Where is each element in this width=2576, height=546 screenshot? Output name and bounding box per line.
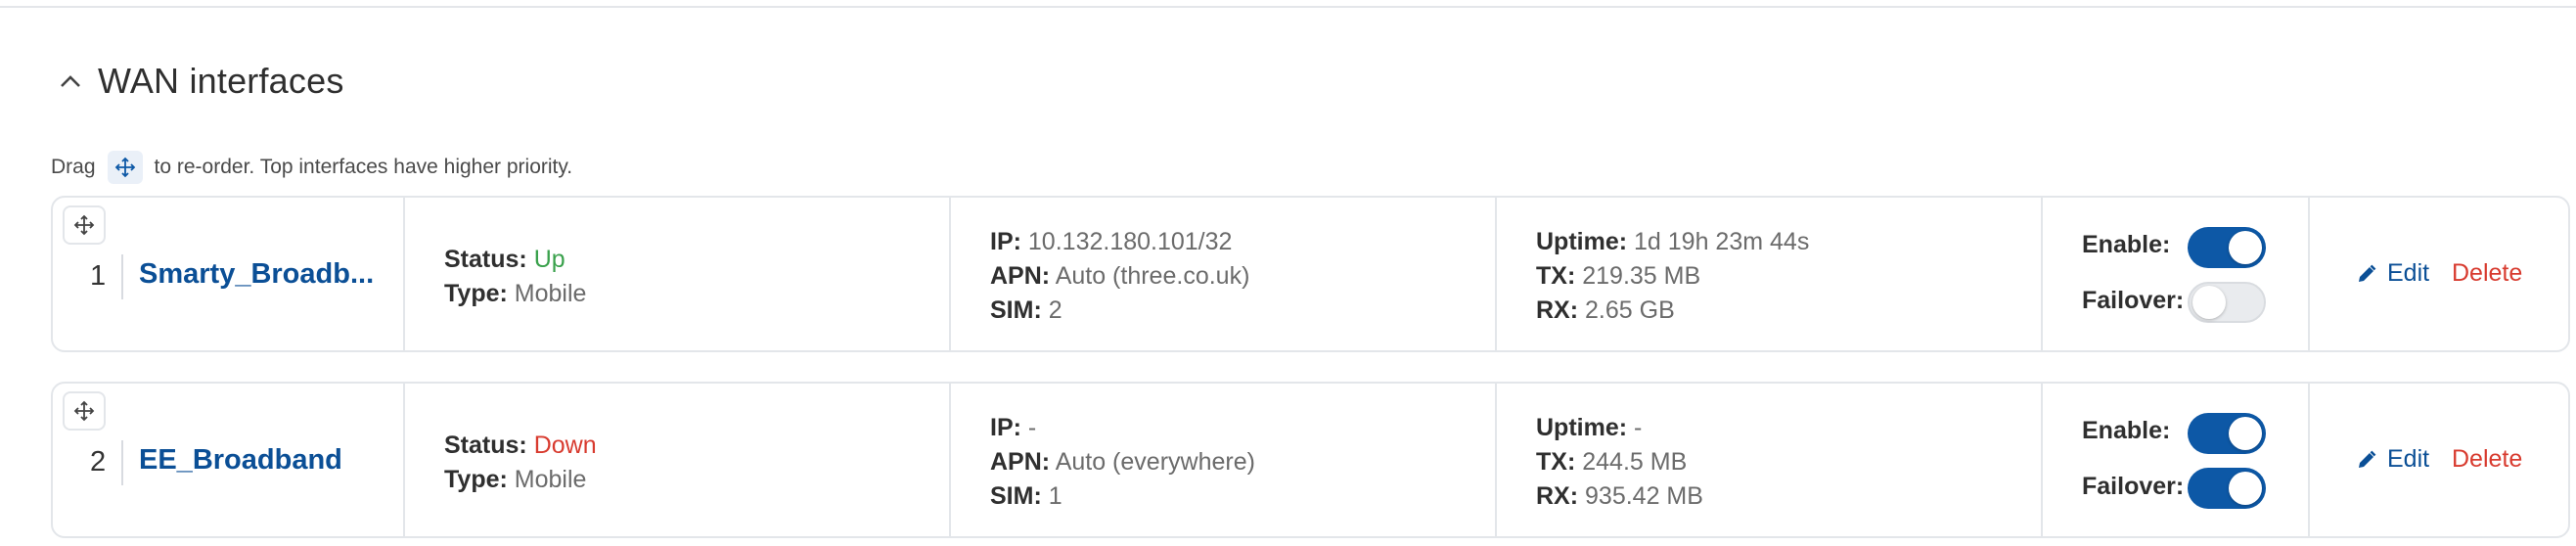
tx-label: TX:	[1536, 448, 1576, 476]
column-divider	[1495, 384, 1497, 536]
enable-label: Enable:	[2082, 417, 2171, 444]
failover-toggle[interactable]	[2188, 468, 2266, 509]
sim-value: 2	[1048, 296, 1062, 324]
interface-name-link[interactable]: EE_Broadband	[139, 444, 342, 477]
failover-label: Failover:	[2082, 287, 2185, 314]
index-divider	[121, 440, 123, 485]
status-value: Down	[533, 432, 597, 459]
section-title: WAN interfaces	[98, 61, 344, 101]
toggle-knob	[2229, 472, 2262, 505]
move-arrows-icon	[107, 151, 143, 184]
sim-label: SIM:	[990, 482, 1042, 510]
delete-button[interactable]: Delete	[2452, 445, 2522, 474]
toggle-knob	[2229, 231, 2262, 264]
ip-value: -	[1027, 414, 1037, 441]
failover-label: Failover:	[2082, 473, 2185, 500]
index-divider	[121, 254, 123, 299]
apn-value: Auto (everywhere)	[1055, 448, 1255, 476]
uptime-value: 1d 19h 23m 44s	[1634, 228, 1810, 255]
column-divider	[1495, 198, 1497, 350]
tx-label: TX:	[1536, 262, 1576, 290]
traffic-block: Uptime: - TX: 244.5 MB RX: 935.42 MB	[1536, 411, 1703, 514]
type-label: Type:	[444, 280, 508, 307]
sim-value: 1	[1048, 482, 1062, 510]
rx-value: 935.42 MB	[1585, 482, 1703, 510]
status-block: Status: Down Type: Mobile	[444, 429, 597, 497]
apn-label: APN:	[990, 448, 1051, 476]
drag-handle-icon[interactable]	[63, 205, 106, 245]
interface-index: 1	[90, 260, 107, 292]
column-divider	[2041, 384, 2043, 536]
column-divider	[949, 198, 951, 350]
column-divider	[2308, 198, 2310, 350]
drag-handle-icon[interactable]	[63, 391, 106, 431]
network-block: IP: 10.132.180.101/32 APN: Auto (three.c…	[990, 225, 1249, 328]
edit-label: Edit	[2387, 259, 2430, 287]
failover-toggle[interactable]	[2188, 282, 2266, 323]
toggle-knob	[2192, 286, 2226, 319]
toggle-knob	[2229, 417, 2262, 450]
network-block: IP: - APN: Auto (everywhere) SIM: 1	[990, 411, 1255, 514]
status-value: Up	[533, 246, 565, 273]
delete-button[interactable]: Delete	[2452, 259, 2522, 288]
top-divider	[0, 0, 2576, 8]
rx-value: 2.65 GB	[1585, 296, 1675, 324]
interface-index: 2	[90, 446, 107, 478]
type-value: Mobile	[514, 466, 587, 493]
sim-label: SIM:	[990, 296, 1042, 324]
ip-label: IP:	[990, 414, 1021, 441]
uptime-label: Uptime:	[1536, 228, 1628, 255]
hint-text-after: to re-order. Top interfaces have higher …	[154, 156, 573, 178]
rx-label: RX:	[1536, 296, 1579, 324]
reorder-hint: Drag to re-order. Top interfaces have hi…	[51, 151, 572, 184]
status-label: Status:	[444, 246, 527, 273]
column-divider	[2041, 198, 2043, 350]
hint-text-before: Drag	[51, 156, 96, 178]
traffic-block: Uptime: 1d 19h 23m 44s TX: 219.35 MB RX:…	[1536, 225, 1809, 328]
pencil-icon	[2359, 264, 2376, 282]
chevron-up-icon[interactable]	[57, 68, 84, 95]
column-divider	[949, 384, 951, 536]
edit-label: Edit	[2387, 445, 2430, 473]
pencil-icon	[2359, 450, 2376, 468]
wan-interface-card: 2 EE_Broadband Status: Down Type: Mobile…	[51, 382, 2570, 538]
ip-value: 10.132.180.101/32	[1027, 228, 1233, 255]
tx-value: 244.5 MB	[1582, 448, 1688, 476]
section-header[interactable]: WAN interfaces	[57, 61, 344, 102]
type-label: Type:	[444, 466, 508, 493]
uptime-value: -	[1634, 414, 1643, 441]
column-divider	[403, 198, 405, 350]
apn-label: APN:	[990, 262, 1051, 290]
wan-interface-card: 1 Smarty_Broadb... Status: Up Type: Mobi…	[51, 196, 2570, 352]
enable-label: Enable:	[2082, 231, 2171, 258]
ip-label: IP:	[990, 228, 1021, 255]
apn-value: Auto (three.co.uk)	[1055, 262, 1250, 290]
interface-name-link[interactable]: Smarty_Broadb...	[139, 258, 374, 291]
column-divider	[403, 384, 405, 536]
uptime-label: Uptime:	[1536, 414, 1628, 441]
status-block: Status: Up Type: Mobile	[444, 243, 586, 311]
rx-label: RX:	[1536, 482, 1579, 510]
enable-toggle[interactable]	[2188, 413, 2266, 454]
tx-value: 219.35 MB	[1582, 262, 1701, 290]
column-divider	[2308, 384, 2310, 536]
enable-toggle[interactable]	[2188, 227, 2266, 268]
edit-button[interactable]: Edit	[2356, 259, 2429, 288]
status-label: Status:	[444, 432, 527, 459]
edit-button[interactable]: Edit	[2356, 445, 2429, 474]
type-value: Mobile	[514, 280, 587, 307]
